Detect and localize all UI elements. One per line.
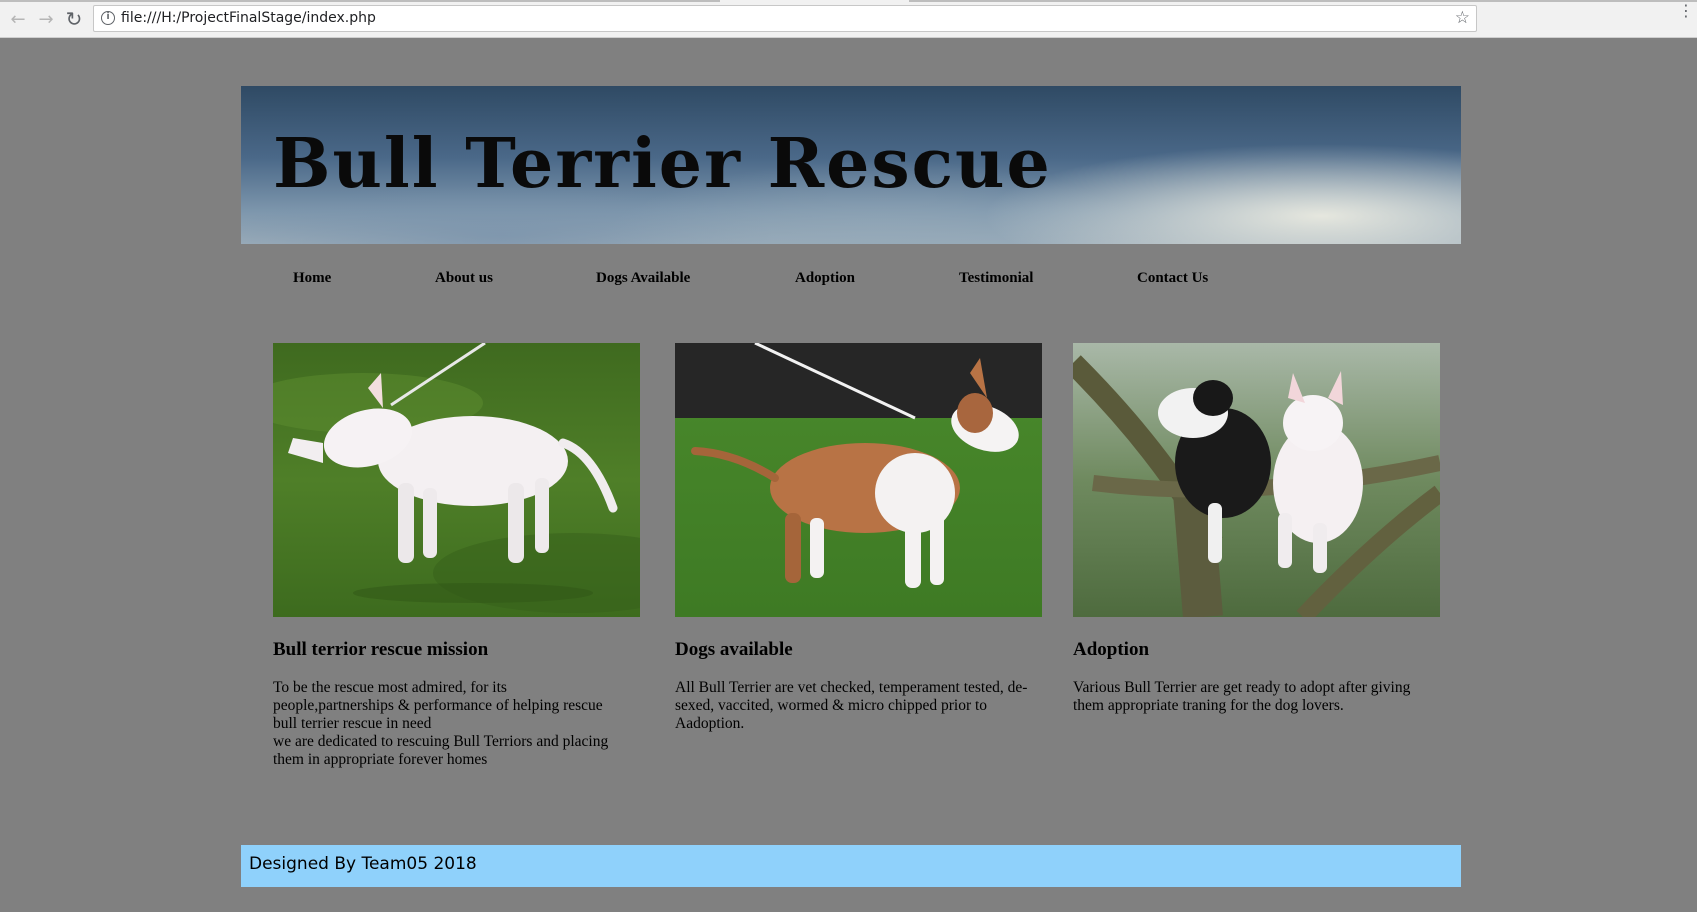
footer: Designed By Team05 2018 xyxy=(241,845,1461,887)
card-title: Bull terrior rescue mission xyxy=(273,639,489,660)
card-text-line: them in appropriate forever homes xyxy=(273,751,488,768)
header-banner: Bull Terrier Rescue xyxy=(241,86,1461,244)
nav-about-us[interactable]: About us xyxy=(435,270,493,287)
address-bar[interactable]: i file:///H:/ProjectFinalStage/index.php… xyxy=(93,5,1477,32)
forward-icon[interactable]: → xyxy=(33,6,59,32)
card-text-line: All Bull Terrier are vet checked, temper… xyxy=(675,679,1028,696)
nav-contact-us[interactable]: Contact Us xyxy=(1137,270,1208,287)
browser-toolbar: ← → ↻ i file:///H:/ProjectFinalStage/ind… xyxy=(0,0,1697,38)
back-icon[interactable]: ← xyxy=(5,6,31,32)
card-title: Dogs available xyxy=(675,639,793,660)
card-text-line: To be the rescue most admired, for its xyxy=(273,679,507,696)
footer-credit: Designed By Team05 2018 xyxy=(249,854,477,874)
card-text-line: Various Bull Terrier are get ready to ad… xyxy=(1073,679,1411,696)
nav-dogs-available[interactable]: Dogs Available xyxy=(596,270,690,287)
card-text: Various Bull Terrier are get ready to ad… xyxy=(1073,679,1440,715)
card-text-line: Aadoption. xyxy=(675,715,745,732)
nav-testimonial[interactable]: Testimonial xyxy=(959,270,1033,287)
card-rescue-mission: Bull terrior rescue mission To be the re… xyxy=(273,343,640,768)
card-text-line: sexed, vaccited, wormed & micro chipped … xyxy=(675,697,988,714)
nav-adoption[interactable]: Adoption xyxy=(795,270,855,287)
card-dogs-available: Dogs available All Bull Terrier are vet … xyxy=(675,343,1042,732)
tab-strip-edge xyxy=(909,0,1697,2)
nav-home[interactable]: Home xyxy=(293,270,331,287)
dog-photo-white-bull-terrier xyxy=(273,343,640,617)
card-text-line: them appropriate traning for the dog lov… xyxy=(1073,697,1344,714)
card-text-line: people,partnerships & performance of hel… xyxy=(273,697,603,714)
card-text-line: we are dedicated to rescuing Bull Terrio… xyxy=(273,733,609,750)
card-text-line: bull terrier rescue in need xyxy=(273,715,432,732)
site-title: Bull Terrier Rescue xyxy=(273,124,1052,204)
dog-photo-brown-bull-terrier xyxy=(675,343,1042,617)
dog-photo-two-terriers-in-tree xyxy=(1073,343,1440,617)
card-text: To be the rescue most admired, for its p… xyxy=(273,679,640,769)
info-icon[interactable]: i xyxy=(101,11,115,25)
card-text: All Bull Terrier are vet checked, temper… xyxy=(675,679,1042,733)
menu-icon[interactable]: ⋮ xyxy=(1678,3,1694,19)
main-nav: Home About us Dogs Available Adoption Te… xyxy=(241,260,1461,300)
tab-strip-edge xyxy=(0,0,720,2)
card-adoption: Adoption Various Bull Terrier are get re… xyxy=(1073,343,1440,714)
url-text[interactable]: file:///H:/ProjectFinalStage/index.php xyxy=(121,10,376,26)
star-icon[interactable]: ☆ xyxy=(1455,8,1470,28)
card-title: Adoption xyxy=(1073,639,1150,660)
reload-icon[interactable]: ↻ xyxy=(61,6,87,32)
